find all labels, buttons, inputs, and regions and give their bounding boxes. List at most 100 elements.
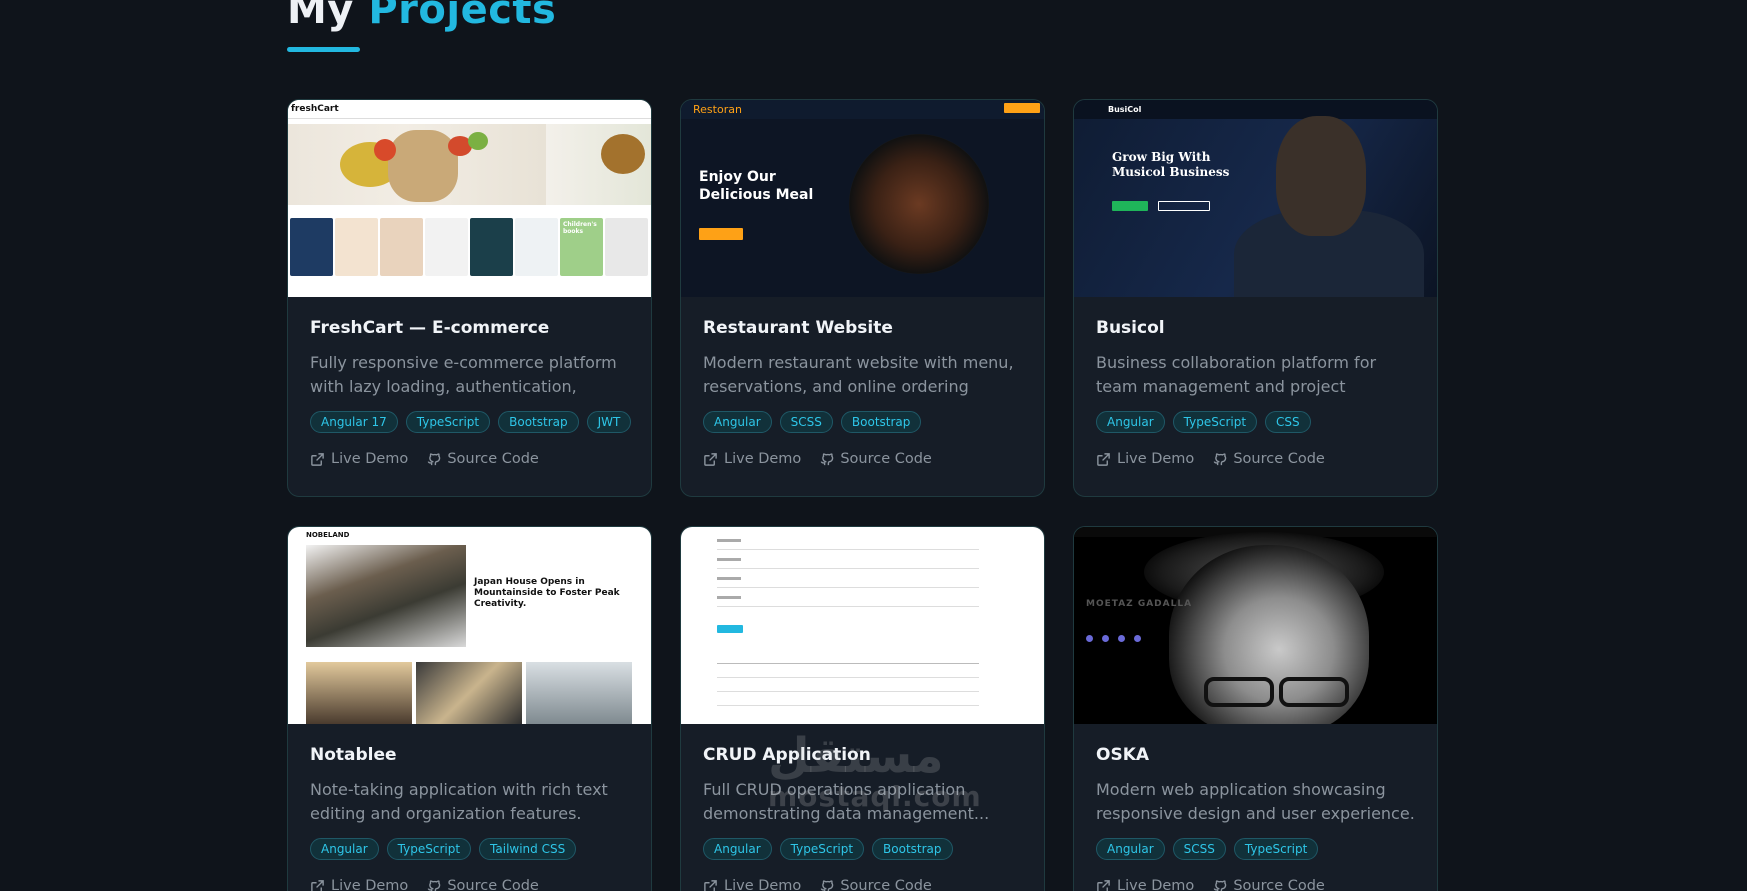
thumb-product: Children's books <box>560 218 603 276</box>
tech-tag: TypeScript <box>386 838 472 860</box>
live-demo-label: Live Demo <box>331 878 409 891</box>
veg-shape <box>468 132 488 150</box>
project-thumbnail[interactable]: BusiCol Grow Big With Musicol Business <box>1074 100 1437 297</box>
thumb-table-row <box>717 663 979 664</box>
thumb-social-icon <box>1134 635 1141 642</box>
tech-tag: JWT <box>586 411 632 433</box>
tech-tag: Angular <box>1096 411 1165 433</box>
project-title: FreshCart — E-commerce <box>310 318 550 338</box>
live-demo-label: Live Demo <box>1117 878 1195 891</box>
thumb-form-label <box>717 596 741 599</box>
thumb-cta <box>1112 201 1148 211</box>
thumb-mountain-image <box>306 545 466 647</box>
section-title-word-2: Projects <box>368 0 557 33</box>
external-link-icon <box>311 879 324 891</box>
thumb-nav: freshCart <box>288 100 651 119</box>
thumb-headline: Enjoy Our Delicious Meal <box>699 168 813 204</box>
live-demo-link[interactable]: Live Demo <box>703 451 801 467</box>
source-code-link[interactable]: Source Code <box>819 878 932 891</box>
thumb-product <box>335 218 378 276</box>
source-code-label: Source Code <box>1233 878 1325 891</box>
source-code-link[interactable]: Source Code <box>1212 878 1325 891</box>
tech-tag: TypeScript <box>1233 838 1319 860</box>
project-description: Modern restaurant website with menu, res… <box>703 353 1014 396</box>
veg-shape <box>374 139 396 161</box>
tech-tag: SCSS <box>779 411 833 433</box>
thumb-logo: freshCart <box>291 104 339 114</box>
source-code-link[interactable]: Source Code <box>426 451 539 467</box>
github-icon <box>427 879 441 891</box>
project-thumbnail[interactable]: freshCart Children's books <box>288 100 651 297</box>
thumb-form-field <box>717 549 979 550</box>
live-demo-link[interactable]: Live Demo <box>310 451 408 467</box>
watermark-arabic: مستقل <box>768 728 944 784</box>
project-thumbnail[interactable] <box>681 527 1044 724</box>
live-demo-label: Live Demo <box>331 451 409 467</box>
project-thumbnail[interactable]: Restoran Enjoy Our Delicious Meal <box>681 100 1044 297</box>
thumb-logo: BusiCol <box>1108 105 1142 114</box>
thumb-grill <box>849 134 989 274</box>
tech-tag: Bootstrap <box>498 411 579 433</box>
source-code-label: Source Code <box>840 451 932 467</box>
thumb-form-field <box>717 587 979 588</box>
project-card-freshcart: freshCart Children's books FreshCart — E… <box>287 99 652 497</box>
tech-tag: TypeScript <box>779 838 865 860</box>
tech-tag: Angular <box>703 838 772 860</box>
project-thumbnail[interactable]: NOBELAND Japan House Opens in Mountainsi… <box>288 527 651 724</box>
thumb-headline-line: Delicious Meal <box>699 187 814 203</box>
thumb-form-label <box>717 558 741 561</box>
tech-tag: Angular <box>703 411 772 433</box>
source-code-label: Source Code <box>840 878 932 891</box>
project-description: Fully responsive e-commerce platform wit… <box>310 353 617 396</box>
github-icon <box>820 879 834 891</box>
thumb-hero <box>288 124 546 205</box>
project-card-busicol: BusiCol Grow Big With Musicol Business B… <box>1073 99 1438 497</box>
thumb-product <box>425 218 468 276</box>
thumb-cta-outline <box>1158 201 1210 211</box>
tag-list: Angular TypeScript CSS <box>1096 411 1415 433</box>
tech-tag: Bootstrap <box>840 411 922 433</box>
source-code-link[interactable]: Source Code <box>426 878 539 891</box>
source-code-link[interactable]: Source Code <box>819 451 932 467</box>
thumb-form-label <box>717 539 741 542</box>
section-title-word-1: My <box>287 0 354 33</box>
live-demo-link[interactable]: Live Demo <box>1096 451 1194 467</box>
thumb-headline-line: Grow Big With <box>1112 150 1211 164</box>
veg-shape <box>601 134 645 174</box>
thumb-table-row <box>717 691 979 692</box>
tech-tag: TypeScript <box>1172 411 1258 433</box>
tech-tag: Tailwind CSS <box>479 838 577 860</box>
thumb-nav-button <box>1004 103 1040 113</box>
project-title: Busicol <box>1096 318 1165 338</box>
github-icon <box>1213 452 1227 465</box>
thumb-product <box>380 218 423 276</box>
thumb-table-row <box>717 677 979 678</box>
thumb-nav: BusiCol <box>1074 100 1437 119</box>
live-demo-link[interactable]: Live Demo <box>310 878 408 891</box>
tag-list: Angular TypeScript Tailwind CSS <box>310 838 629 860</box>
external-link-icon <box>704 879 717 891</box>
section-title: My Projects <box>287 0 556 34</box>
external-link-icon <box>704 452 717 466</box>
thumb-photo <box>306 662 412 724</box>
thumb-product <box>515 218 558 276</box>
live-demo-link[interactable]: Live Demo <box>1096 878 1194 891</box>
source-code-link[interactable]: Source Code <box>1212 451 1325 467</box>
project-thumbnail[interactable]: MOETAZ GADALLA <box>1074 527 1437 724</box>
external-link-icon <box>311 452 324 466</box>
project-card-crud: CRUD Application Full CRUD operations ap… <box>680 526 1045 891</box>
tech-tag: Angular <box>310 838 379 860</box>
thumb-logo: Restoran <box>693 103 742 116</box>
live-demo-label: Live Demo <box>724 451 802 467</box>
live-demo-link[interactable]: Live Demo <box>703 878 801 891</box>
thumb-social-icon <box>1118 635 1125 642</box>
github-icon <box>820 452 834 465</box>
source-code-label: Source Code <box>447 878 539 891</box>
thumb-product <box>290 218 333 276</box>
source-code-label: Source Code <box>1233 451 1325 467</box>
tag-list: Angular SCSS Bootstrap <box>703 411 1022 433</box>
thumb-glasses <box>1279 677 1349 707</box>
github-icon <box>427 452 441 465</box>
thumb-photo <box>526 662 632 724</box>
thumb-form-field <box>717 568 979 569</box>
